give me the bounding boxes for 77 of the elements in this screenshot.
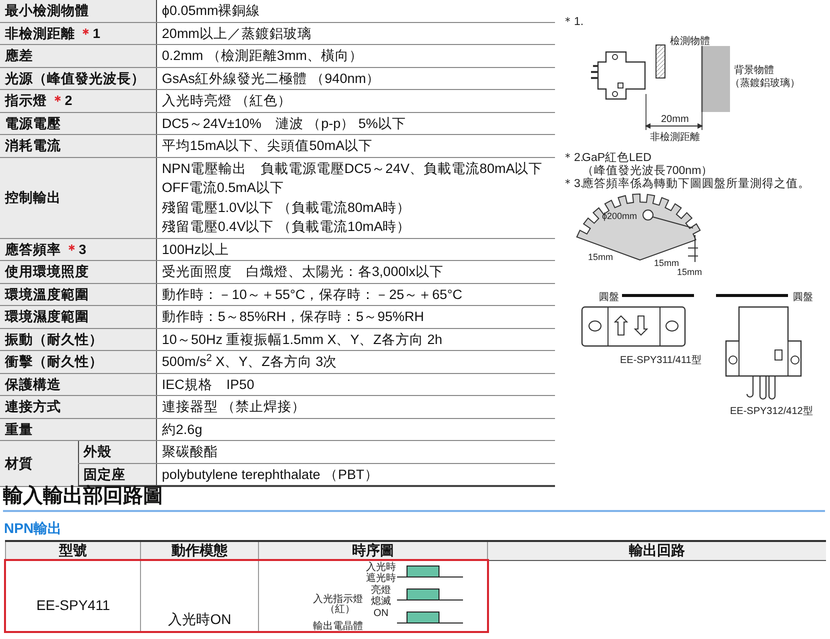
timing-state-label: 遮光時 <box>366 573 396 584</box>
diagram-label: 檢測物體 <box>670 36 710 47</box>
diagram-label: 圓盤 <box>793 292 813 303</box>
table-cell: 入光時ON <box>140 560 259 632</box>
spec-value: 動作時：5～85%RH，保存時：5～95%RH <box>162 307 424 326</box>
column-header: 時序圖 <box>258 541 488 560</box>
footnote-mark: ＊1. <box>562 16 584 28</box>
spec-value: 10～50Hz 重複振幅1.5mm X、Y、Z各方向 2h <box>162 330 442 349</box>
table-cell: EE-SPY411 <box>5 560 141 632</box>
spec-value: GsAs紅外線發光二極體 （940nm） <box>162 68 380 88</box>
spec-label: 材質 <box>5 456 33 470</box>
spec-label: 電源電壓 <box>5 116 61 130</box>
dimension-label: 15mm <box>677 267 702 277</box>
spec-value: IEC規格 IP50 <box>162 374 254 394</box>
spec-value: DC5～24V±10% 漣波 （p-p） 5%以下 <box>162 114 406 133</box>
spec-value: polybutylene terephthalate （PBT） <box>162 466 378 482</box>
spec-label: 最小檢測物體 <box>5 3 89 18</box>
spec-value: 殘留電壓1.0V以下 （負載電流80mA時） <box>162 198 411 217</box>
spec-value: 動作時：－10～＋55°C，保存時：－25～＋65°C <box>162 284 462 304</box>
spec-label: 環境溫度範圍 <box>5 286 89 302</box>
spec-value: 500m/s$^{2}$ X、Y、Z各方向 3次 <box>162 352 338 372</box>
spec-value: 入光時亮燈 （紅色） <box>162 91 292 110</box>
spec-label: 衝擊（耐久性） <box>5 354 103 369</box>
spec-label: 應答頻率 ＊3 <box>5 242 86 256</box>
footnote-mark: ＊3. <box>562 178 584 190</box>
dimension-label: 20mm <box>661 114 689 125</box>
timing-state-label: ON <box>373 608 388 619</box>
spec-label: 應差 <box>5 48 33 63</box>
dimension-label: 15mm <box>654 258 680 268</box>
dimension-label: 15mm <box>588 252 614 262</box>
footnote-text: 應答頻率係為轉動下圖圓盤所量測得之值。 <box>582 178 810 190</box>
diagram-label: 非檢測距離 <box>650 132 700 143</box>
spec-value: OFF電流0.5mA以下 <box>162 178 284 198</box>
column-header: 輸出回路 <box>488 541 826 560</box>
timing-state-label: 亮燈 <box>370 585 391 596</box>
spec-value: 受光面照度 白熾燈、太陽光：各3,000lx以下 <box>162 262 444 282</box>
subsection-title: NPN輸出 <box>4 519 63 537</box>
spec-value: 20mm以上／蒸鍍鋁玻璃 <box>162 24 312 43</box>
timing-label: 輸出電晶體 <box>312 621 363 631</box>
diagram-label: 背景物體 <box>734 65 774 76</box>
timing-label: （紅） <box>324 604 355 615</box>
spec-label: 保護構造 <box>5 376 61 392</box>
spec-label: 環境濕度範圍 <box>5 309 89 324</box>
footnote-text: GaP紅色LED <box>582 152 652 164</box>
spec-label: 光源（峰值發光波長） <box>5 70 145 86</box>
spec-value: 連接器型 （禁止焊接） <box>162 397 306 416</box>
spec-value: 平均15mA以下、尖頭值50mA以下 <box>162 136 372 156</box>
spec-sublabel: 固定座 <box>84 466 126 482</box>
model-label: EE-SPY312/412型 <box>730 406 813 417</box>
spec-label: 控制輸出 <box>5 190 61 205</box>
spec-label: 消耗電流 <box>5 138 61 153</box>
column-header: 動作模態 <box>140 541 259 560</box>
timing-state-label: 入光時 <box>366 562 396 573</box>
spec-value: 殘留電壓0.4V以下 （負載電流10mA時） <box>162 217 411 236</box>
spec-value: 約2.6g <box>162 420 202 439</box>
spec-label: 重量 <box>5 422 33 436</box>
footnote-text: （峰值發光波長700nm） <box>582 165 714 177</box>
spec-label: 連接方式 <box>5 399 61 414</box>
spec-value: 0.2mm （檢測距離3mm、橫向） <box>162 46 363 66</box>
section-title: 輸入輸出部回路圖 <box>3 484 825 512</box>
spec-value: 100Hz以上 <box>162 240 229 259</box>
spec-label: 振動（耐久性） <box>5 332 103 346</box>
timing-state-label: 熄滅 <box>370 596 391 607</box>
spec-value: ϕ0.05mm裸銅線 <box>162 1 260 20</box>
diagram-label: 圓盤 <box>599 292 619 303</box>
spec-value: NPN電壓輸出 負載電源電壓DC5～24V、負載電流80mA以下 <box>162 158 543 178</box>
spec-label: 非檢測距離 ＊1 <box>5 26 100 40</box>
model-label: EE-SPY311/411型 <box>620 355 702 366</box>
diagram-label: （蒸鍍鋁玻璃） <box>730 78 800 89</box>
footnote-mark: ＊2. <box>562 152 584 164</box>
column-header: 型號 <box>5 541 141 560</box>
spec-sublabel: 外殼 <box>84 444 112 459</box>
timing-label: 入光指示燈 <box>312 594 363 605</box>
spec-value: 聚碳酸酯 <box>162 444 218 459</box>
spec-label: 指示燈 ＊2 <box>5 93 72 108</box>
dimension-label: ϕ200mm <box>602 211 638 221</box>
spec-label: 使用環境照度 <box>5 264 89 279</box>
